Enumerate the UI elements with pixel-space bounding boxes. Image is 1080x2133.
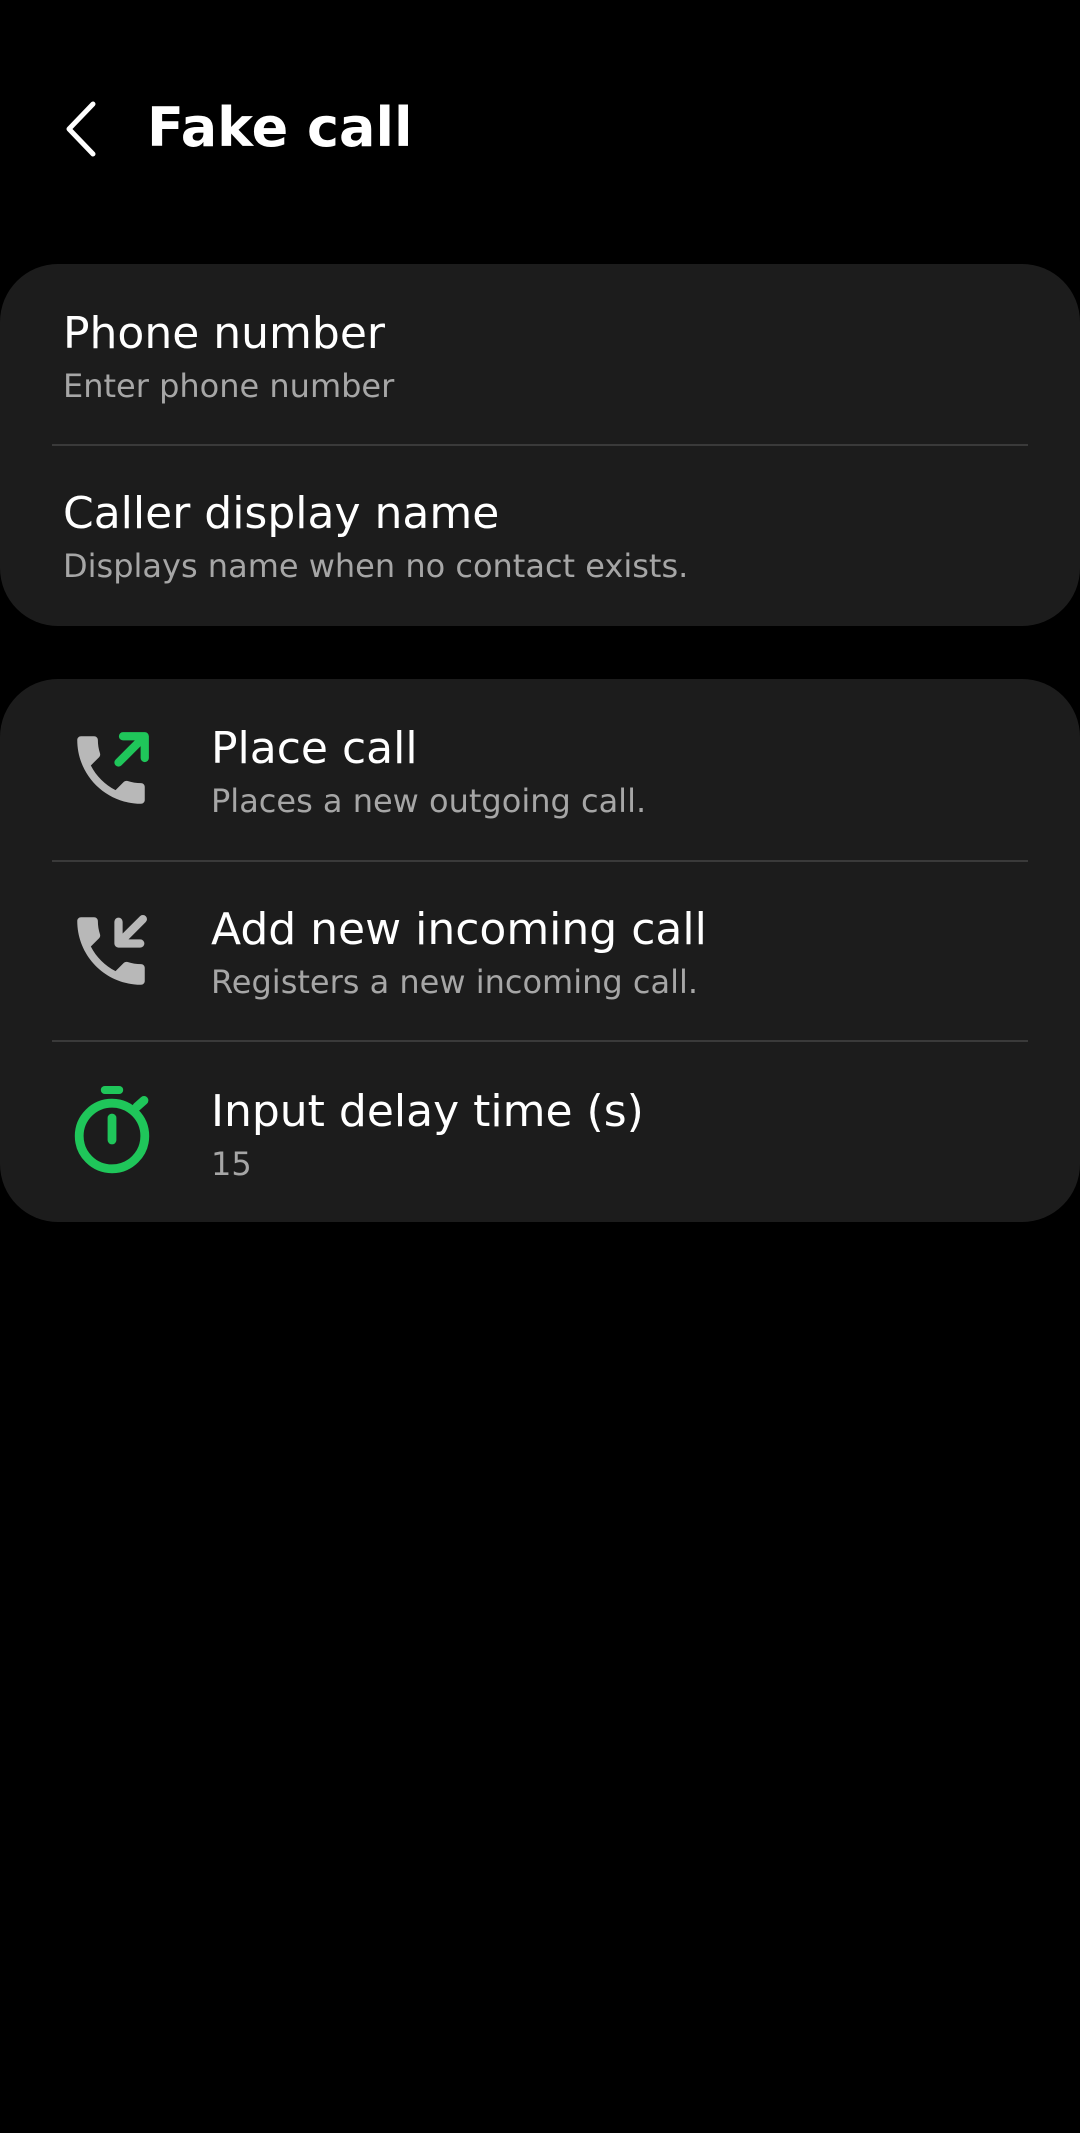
app-header: Fake call xyxy=(0,0,1080,260)
caller-display-name-subtitle: Displays name when no contact exists. xyxy=(63,547,689,585)
incoming-call-icon xyxy=(77,915,147,985)
identity-settings-card: Phone number Enter phone number Caller d… xyxy=(0,264,1080,626)
input-delay-time-item[interactable]: Input delay time (s) 15 xyxy=(0,1042,1080,1222)
phone-number-subtitle: Enter phone number xyxy=(63,367,395,405)
page-title: Fake call xyxy=(147,96,413,159)
phone-number-title: Phone number xyxy=(63,308,386,359)
input-delay-time-value: 15 xyxy=(211,1145,252,1183)
input-delay-time-title: Input delay time (s) xyxy=(211,1086,644,1137)
add-incoming-call-item[interactable]: Add new incoming call Registers a new in… xyxy=(0,862,1080,1040)
caller-display-name-title: Caller display name xyxy=(63,488,500,539)
back-button[interactable] xyxy=(56,96,106,162)
place-call-subtitle: Places a new outgoing call. xyxy=(211,782,647,820)
add-incoming-call-subtitle: Registers a new incoming call. xyxy=(211,963,699,1001)
timer-icon xyxy=(74,1086,150,1174)
call-actions-card: Place call Places a new outgoing call. A… xyxy=(0,679,1080,1222)
place-call-title: Place call xyxy=(211,723,418,774)
caller-display-name-item[interactable]: Caller display name Displays name when n… xyxy=(0,446,1080,626)
place-call-item[interactable]: Place call Places a new outgoing call. xyxy=(0,679,1080,860)
chevron-left-icon xyxy=(66,101,96,157)
outgoing-call-icon xyxy=(77,732,149,804)
add-incoming-call-title: Add new incoming call xyxy=(211,904,707,955)
phone-number-item[interactable]: Phone number Enter phone number xyxy=(0,264,1080,444)
